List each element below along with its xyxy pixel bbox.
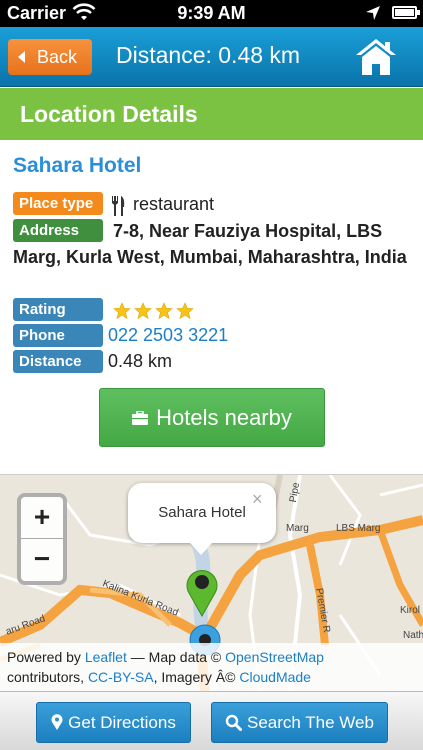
get-directions-label: Get Directions <box>68 712 176 732</box>
rating-stars <box>113 302 194 320</box>
back-arrow-icon <box>18 51 25 63</box>
popup-title: Sahara Hotel <box>158 504 246 521</box>
rating-tag: Rating <box>13 298 103 321</box>
status-bar: Carrier 9:39 AM <box>0 0 423 27</box>
map-view[interactable]: LBS Marg Marg Kalina Kurla Road Premier … <box>0 474 423 691</box>
star-icon <box>176 302 194 320</box>
map-label: Marg <box>286 523 309 534</box>
back-button[interactable]: Back <box>8 39 92 75</box>
openstreetmap-link[interactable]: OpenStreetMap <box>225 649 324 665</box>
phone-link[interactable]: 022 2503 3221 <box>108 325 228 346</box>
cloudmade-link[interactable]: CloudMade <box>239 669 311 685</box>
page-title: Distance: 0.48 km <box>116 42 301 68</box>
map-label: Kirol <box>400 605 421 616</box>
hotel-marker-icon[interactable] <box>184 565 220 617</box>
hotels-nearby-button[interactable]: Hotels nearby <box>99 388 325 447</box>
map-pin-icon <box>51 714 63 730</box>
attribution-text: , Imagery Â© <box>153 669 236 685</box>
popup-close-button[interactable]: × <box>252 489 263 510</box>
search-web-button[interactable]: Search The Web <box>211 702 388 743</box>
attribution-text: — Map data © <box>130 649 222 665</box>
navigation-bar: Back Distance: 0.48 km <box>0 27 423 87</box>
phone-tag: Phone <box>13 324 103 347</box>
star-icon <box>134 302 152 320</box>
star-icon <box>155 302 173 320</box>
attribution-text: contributors, <box>7 669 85 685</box>
clock: 9:39 AM <box>177 3 246 23</box>
location-arrow-icon <box>366 6 380 20</box>
distance-value: 0.48 km <box>108 351 173 371</box>
address-value: 7-8, Near Fauziya Hospital, LBS Marg, Ku… <box>13 221 407 267</box>
search-web-label: Search The Web <box>247 712 374 732</box>
search-icon <box>225 714 243 731</box>
get-directions-button[interactable]: Get Directions <box>36 702 191 743</box>
back-button-label: Back <box>37 46 78 67</box>
zoom-in-button[interactable]: + <box>21 497 63 539</box>
fork-knife-icon <box>112 196 125 216</box>
star-icon <box>113 302 131 320</box>
place-type-tag: Place type <box>13 192 103 215</box>
map-label: Nath <box>403 630 423 641</box>
bottom-toolbar: Get Directions Search The Web <box>0 691 423 750</box>
hotel-name: Sahara Hotel <box>13 154 142 177</box>
map-label: LBS Marg <box>336 523 381 534</box>
leaflet-link[interactable]: Leaflet <box>85 649 127 665</box>
section-header: Location Details <box>0 88 423 140</box>
section-title: Location Details <box>20 101 198 127</box>
license-link[interactable]: CC-BY-SA <box>88 669 154 685</box>
zoom-control: + − <box>17 493 67 585</box>
home-icon[interactable] <box>354 37 398 77</box>
hotels-nearby-label: Hotels nearby <box>156 404 292 430</box>
place-type-value: restaurant <box>133 194 215 214</box>
distance-tag: Distance <box>13 350 103 373</box>
battery-icon <box>392 6 420 19</box>
zoom-out-button[interactable]: − <box>21 539 63 581</box>
briefcase-icon <box>132 410 149 425</box>
map-attribution: Powered by Leaflet — Map data © OpenStre… <box>0 643 423 691</box>
attribution-text: Powered by <box>7 649 81 665</box>
